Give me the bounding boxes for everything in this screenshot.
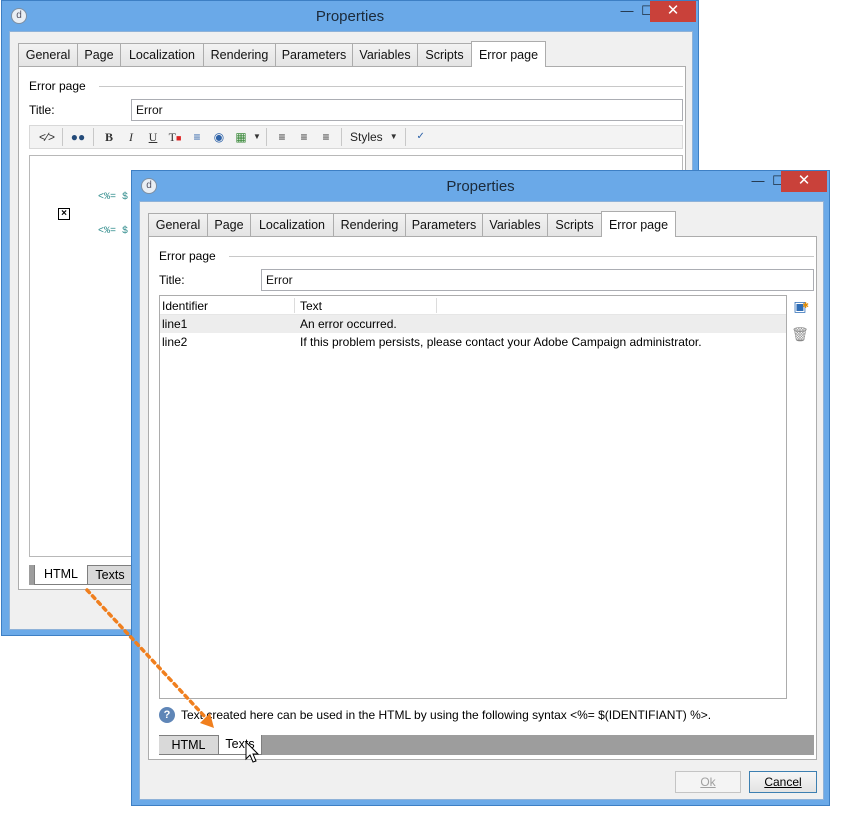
add-text-icon[interactable]: ▣ ✱ (791, 297, 809, 315)
cell-identifier: line2 (162, 335, 188, 349)
cell-identifier: line1 (162, 317, 188, 331)
find-icon[interactable]: ●● (67, 127, 89, 147)
italic-icon[interactable]: I (120, 127, 142, 147)
section-divider (99, 86, 683, 87)
cell-text: An error occurred. (300, 317, 397, 331)
tab-scripts[interactable]: Scripts (547, 213, 602, 236)
table-row[interactable]: line2 If this problem persists, please c… (160, 333, 786, 351)
title-input[interactable] (261, 269, 814, 291)
cancel-button-label: Cancel (764, 775, 802, 789)
spellcheck-icon[interactable]: ✓ (410, 127, 432, 147)
column-header-identifier[interactable]: Identifier (162, 299, 208, 313)
title-bar[interactable]: d Properties — ☐ ✕ (132, 171, 829, 201)
tab-general[interactable]: General (148, 213, 208, 236)
tab-page-content: Error page Title: Identifier Text line1 … (148, 236, 817, 760)
underline-icon[interactable]: U (142, 127, 164, 147)
tab-html[interactable]: HTML (159, 735, 219, 755)
tab-general[interactable]: General (18, 43, 78, 66)
align-right-icon[interactable]: ≡ (315, 127, 337, 147)
tab-page[interactable]: Page (77, 43, 121, 66)
cancel-button[interactable]: Cancel (749, 771, 817, 793)
title-label: Title: (159, 273, 185, 287)
trash-icon[interactable]: 🗑 (791, 325, 809, 343)
align-left-icon[interactable]: ≡ (271, 127, 293, 147)
editor-toolbar: <∕> ●● B I U T■ ≡ ◉ ▦ ▼ ≡ ≡ ≡ Styles ✓ (29, 125, 683, 149)
table-row[interactable]: line1 An error occurred. (160, 315, 786, 333)
dialog-body: General Page Localization Rendering Para… (139, 201, 824, 800)
tab-variables[interactable]: Variables (482, 213, 548, 236)
toolbar-separator (266, 128, 267, 146)
broken-image-icon: × (58, 208, 70, 220)
tab-variables[interactable]: Variables (352, 43, 418, 66)
tab-rendering[interactable]: Rendering (333, 213, 406, 236)
title-bar[interactable]: d Properties — ☐ ✕ (2, 1, 698, 31)
tab-parameters[interactable]: Parameters (275, 43, 353, 66)
cell-text: If this problem persists, please contact… (300, 335, 702, 349)
window-title: Properties (446, 178, 515, 195)
close-button[interactable]: ✕ (650, 1, 696, 22)
chevron-down-icon[interactable]: ▼ (252, 127, 262, 147)
link-icon[interactable]: ◉ (208, 127, 230, 147)
styles-dropdown[interactable]: Styles (346, 127, 401, 147)
minimize-icon[interactable]: — (747, 171, 769, 192)
toolbar-separator (341, 128, 342, 146)
tab-localization[interactable]: Localization (250, 213, 334, 236)
minimize-icon[interactable]: — (616, 1, 638, 22)
tab-error-page[interactable]: Error page (601, 211, 676, 237)
toolbar-separator (93, 128, 94, 146)
bold-icon[interactable]: B (98, 127, 120, 147)
help-icon: ? (159, 707, 175, 723)
code-line: <%= $ (98, 226, 129, 237)
tab-html[interactable]: HTML (34, 565, 88, 585)
mouse-cursor-icon (245, 741, 260, 763)
image-icon[interactable]: ▦ (230, 127, 252, 147)
title-input[interactable] (131, 99, 683, 121)
code-line: <%= $ (98, 192, 129, 203)
column-separator[interactable] (436, 298, 437, 313)
help-text: Text created here can be used in the HTM… (181, 708, 712, 722)
ok-button[interactable]: Ok (675, 771, 741, 793)
grid-header: Identifier Text (160, 296, 786, 315)
tab-texts[interactable]: Texts (87, 565, 133, 585)
section-label: Error page (29, 79, 86, 93)
tab-strip: General Page Localization Rendering Para… (18, 41, 692, 67)
ok-button-label: Ok (700, 775, 716, 789)
tab-page[interactable]: Page (207, 213, 251, 236)
tab-scripts[interactable]: Scripts (417, 43, 472, 66)
close-button[interactable]: ✕ (781, 171, 827, 192)
column-separator[interactable] (294, 298, 295, 313)
text-color-icon[interactable]: T■ (164, 127, 186, 147)
section-label: Error page (159, 249, 216, 263)
tab-error-page[interactable]: Error page (471, 41, 546, 67)
tab-localization[interactable]: Localization (120, 43, 204, 66)
texts-grid[interactable]: Identifier Text line1 An error occurred.… (159, 295, 787, 699)
front-properties-window: d Properties — ☐ ✕ General Page Localiza… (131, 170, 830, 806)
toolbar-separator (62, 128, 63, 146)
tab-rendering[interactable]: Rendering (203, 43, 276, 66)
title-label: Title: (29, 103, 55, 117)
tab-strip: General Page Localization Rendering Para… (148, 211, 823, 237)
bullet-list-icon[interactable]: ≡ (186, 127, 208, 147)
source-view-icon[interactable]: <∕> (36, 127, 58, 147)
column-header-text[interactable]: Text (300, 299, 322, 313)
align-center-icon[interactable]: ≡ (293, 127, 315, 147)
section-divider (229, 256, 814, 257)
tab-parameters[interactable]: Parameters (405, 213, 483, 236)
toolbar-separator (404, 128, 406, 146)
window-title: Properties (315, 8, 385, 25)
